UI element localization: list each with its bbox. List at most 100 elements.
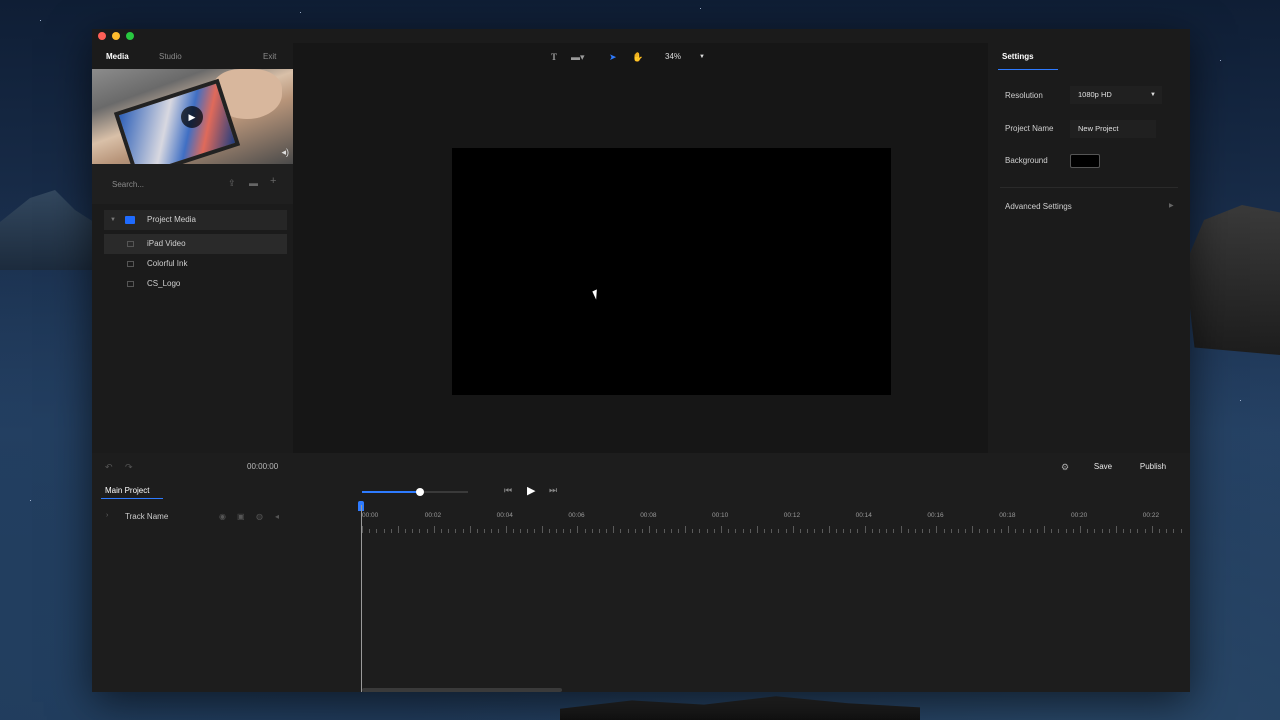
media-tabs: Media Studio Exit (92, 43, 293, 69)
star (1240, 400, 1241, 401)
ruler-tick (1058, 529, 1060, 533)
import-icon[interactable]: ⇪ (228, 178, 236, 189)
ruler-tick (900, 526, 902, 533)
ruler-tick (498, 529, 500, 533)
ruler-tick (914, 529, 916, 533)
star (30, 500, 31, 501)
ruler-tick (706, 529, 708, 533)
tab-main-project[interactable]: Main Project (105, 486, 149, 495)
ruler-tick (491, 529, 493, 533)
zoom-select[interactable]: 34% ▼ (665, 50, 713, 64)
ruler-tick (735, 529, 737, 533)
timeline-scrollbar[interactable] (362, 688, 562, 692)
ruler-tick (1051, 529, 1053, 533)
background-color-swatch[interactable] (1070, 154, 1100, 168)
timeline-ruler[interactable]: 00:00 00:02 00:04 00:06 00:08 00:10 00:12 00:14… (362, 507, 1182, 533)
close-window-button[interactable] (98, 32, 106, 40)
undo-icon[interactable]: ↶ (105, 462, 113, 473)
media-preview-thumbnail[interactable]: ▶ ◂) (92, 69, 293, 164)
new-folder-icon[interactable]: ▬ (249, 178, 258, 188)
text-tool-icon[interactable]: T (551, 52, 557, 62)
play-icon[interactable]: ▶ (527, 484, 535, 497)
volume-icon[interactable]: ◂) (281, 147, 289, 158)
tab-settings[interactable]: Settings (1002, 52, 1034, 61)
ruler-label: 00:02 (424, 512, 442, 519)
redo-icon[interactable]: ↷ (125, 462, 133, 473)
ruler-tick (1094, 529, 1096, 533)
chevron-right-icon[interactable]: › (106, 512, 108, 519)
search-input[interactable] (112, 178, 212, 190)
chevron-down-icon[interactable]: ▼ (110, 210, 116, 230)
ruler-tick (476, 529, 478, 533)
exit-button[interactable]: Exit (263, 52, 276, 61)
ruler-tick (893, 529, 895, 533)
ruler-tick (1001, 529, 1003, 533)
slider-handle[interactable] (416, 488, 425, 496)
track-name: Track Name (125, 512, 169, 521)
volume-icon[interactable]: ◂ (275, 512, 279, 521)
ruler-tick (771, 529, 773, 533)
ruler-tick (584, 529, 586, 533)
ruler-tick (713, 529, 715, 533)
project-name-label: Project Name (1005, 124, 1054, 133)
ruler-label: 00:16 (927, 512, 944, 519)
tab-studio[interactable]: Studio (159, 52, 182, 61)
ruler-tick (778, 529, 780, 533)
preview-stage[interactable] (452, 148, 891, 395)
project-name-field[interactable]: New Project (1070, 120, 1156, 138)
ruler-tick (649, 526, 651, 533)
audio-icon[interactable]: ◍ (256, 512, 263, 521)
minimize-window-button[interactable] (112, 32, 120, 40)
ruler-tick (591, 529, 593, 533)
desktop-rocks (560, 696, 920, 720)
tree-item[interactable]: Colorful Ink (104, 254, 287, 274)
ruler-tick (362, 526, 363, 533)
ruler-tick (728, 529, 730, 533)
chevron-down-icon: ▼ (1150, 92, 1156, 98)
zoom-window-button[interactable] (126, 32, 134, 40)
ruler-tick (1087, 529, 1089, 533)
tree-item[interactable]: iPad Video (104, 234, 287, 254)
track-header[interactable]: › Track Name ◉ ▣ ◍ ◂ (92, 509, 293, 527)
skip-forward-icon[interactable]: ⏭ (549, 485, 557, 496)
resolution-label: Resolution (1005, 91, 1043, 100)
ruler-tick (721, 526, 722, 533)
skip-back-icon[interactable]: ⏮ (504, 485, 512, 496)
preview-tablet-image (113, 78, 241, 164)
ruler-tick (1158, 529, 1160, 533)
add-icon[interactable]: + (270, 175, 276, 187)
ruler-tick (828, 526, 830, 533)
tab-media[interactable]: Media (106, 52, 129, 61)
canvas-toolbar: T ▬▾ ➤ ✋ 34% ▼ (293, 43, 988, 71)
publish-button[interactable]: Publish (1134, 459, 1172, 475)
ruler-tick (850, 529, 852, 533)
ruler-label: 00:20 (1071, 512, 1088, 519)
hand-tool-icon[interactable]: ✋ (632, 52, 643, 63)
chevron-right-icon[interactable]: ▶ (1169, 202, 1174, 209)
lock-icon[interactable]: ▣ (237, 512, 245, 521)
tree-item-label: Colorful Ink (147, 259, 188, 268)
shape-tool-icon[interactable]: ▬▾ (571, 52, 585, 63)
ruler-tick (512, 529, 514, 533)
ruler-tick (1072, 529, 1074, 533)
ruler-tick (878, 529, 880, 533)
title-bar (92, 29, 1190, 43)
gear-icon[interactable]: ⚙ (1056, 459, 1074, 475)
select-tool-icon[interactable]: ➤ (609, 52, 617, 63)
timeline-zoom-slider[interactable] (362, 488, 468, 496)
ruler-tick (548, 529, 550, 533)
video-file-icon (127, 241, 134, 247)
tree-folder-project-media[interactable]: ▼ Project Media (104, 210, 287, 230)
play-icon[interactable]: ▶ (181, 106, 203, 128)
ruler-tick (519, 529, 521, 533)
save-button[interactable]: Save (1088, 459, 1118, 475)
timeline-panel: Main Project ⏮ ▶ ⏭ › Track Name ◉ ▣ ◍ ◂ … (92, 481, 1190, 692)
tree-item[interactable]: CS_Logo (104, 274, 287, 294)
ruler-tick (448, 529, 450, 533)
eye-icon[interactable]: ◉ (219, 512, 226, 521)
ruler-tick (929, 529, 931, 533)
resolution-select[interactable]: 1080p HD ▼ (1070, 86, 1162, 104)
ruler-tick (426, 529, 428, 533)
advanced-settings-label[interactable]: Advanced Settings (1005, 202, 1072, 211)
ruler-label: 00:10 (712, 512, 729, 519)
